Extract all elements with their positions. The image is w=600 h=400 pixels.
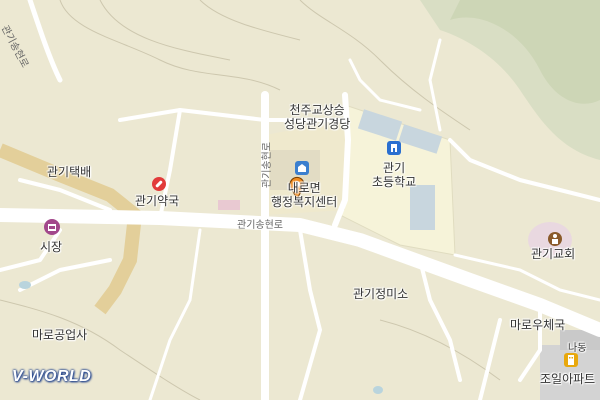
label-admin-center[interactable]: 내로면 행정복지센터 [271, 181, 337, 209]
label-market[interactable]: 시장 [40, 240, 62, 254]
church-icon[interactable] [547, 231, 563, 247]
label-apartment[interactable]: 조일아파트 [540, 372, 595, 386]
label-rice-mill[interactable]: 관기정미소 [353, 287, 408, 301]
label-school-text: 관기 초등학교 [372, 161, 417, 189]
label-industry[interactable]: 마로공업사 [32, 328, 87, 342]
label-pharmacy[interactable]: 관기약국 [135, 194, 179, 208]
label-cathedral[interactable]: 천주교상승 성당관기경당 [284, 103, 350, 131]
label-church[interactable]: 관기교회 [531, 247, 575, 261]
market-icon[interactable] [43, 218, 61, 236]
label-school[interactable]: 관기 초등학교 [372, 161, 416, 189]
school-icon[interactable] [386, 140, 402, 156]
vworld-logo: V-WORLD [12, 368, 92, 385]
church-cathedral-icon[interactable] [294, 160, 310, 176]
label-taxi[interactable]: 관기택배 [47, 165, 91, 179]
road-label-main: 관기송현로 [237, 220, 283, 231]
pharmacy-icon[interactable] [151, 176, 167, 192]
label-cathedral-text: 천주교상승 성당관기경당 [284, 103, 351, 131]
label-post-office[interactable]: 마로우체국 [510, 318, 565, 332]
map-view[interactable]: 관기송현로 관기송현로 관기송현로 천주교상승 성당관기경당 내로면 행정복지센… [0, 0, 600, 400]
label-admin-center-text: 내로면 행정복지센터 [271, 181, 338, 209]
label-apartment-top[interactable]: 나동 [568, 342, 586, 356]
